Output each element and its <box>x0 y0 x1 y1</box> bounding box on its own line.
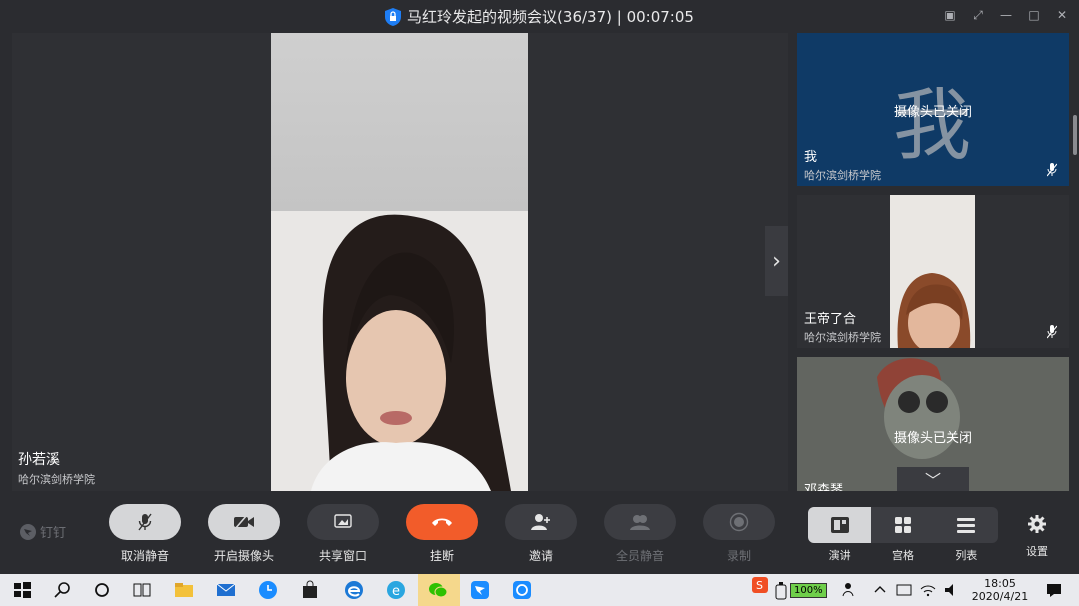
camera-off-icon <box>234 514 254 530</box>
participant-name: 邓森琴 <box>804 483 844 491</box>
task-view-icon[interactable] <box>132 580 152 600</box>
record-icon <box>729 512 749 532</box>
sogou-ime-icon[interactable]: S <box>752 577 768 593</box>
participant-name: 王帝了合 <box>804 312 857 327</box>
camera-on-button[interactable]: 开启摄像头 <box>208 504 280 564</box>
layout-list-button[interactable] <box>935 507 998 543</box>
chevron-down-icon: ﹀ <box>924 471 941 490</box>
fullscreen-icon[interactable]: ⤢ <box>971 8 985 22</box>
clock-app-icon[interactable] <box>258 580 278 600</box>
system-clock[interactable]: 18:05 2020/4/21 <box>970 577 1030 603</box>
wifi-icon[interactable] <box>918 580 938 600</box>
wechat-icon[interactable] <box>428 580 448 600</box>
os-taskbar: e S 100% 18:05 2020/4/21 <box>0 574 1079 606</box>
participant-name: 我 <box>804 150 818 165</box>
participant-figure <box>890 195 975 348</box>
search-icon[interactable] <box>52 580 72 600</box>
mute-all-icon <box>630 515 650 530</box>
close-icon[interactable]: ✕ <box>1055 8 1069 22</box>
participant-sidebar: 我 摄像头已关闭 我 哈尔滨剑桥学院 王帝了合 哈尔滨剑桥学院 摄像头已关闭 邓… <box>797 33 1069 491</box>
mic-muted-icon <box>1047 163 1057 177</box>
battery-percent: 100% <box>790 583 827 598</box>
next-page-button[interactable]: › <box>765 226 788 296</box>
participant-org: 哈尔滨剑桥学院 <box>804 331 881 344</box>
speaker-name: 孙若溪 <box>18 452 60 468</box>
volume-icon[interactable] <box>942 580 962 600</box>
notification-icon[interactable] <box>1044 580 1064 600</box>
layout-switcher <box>808 507 998 543</box>
window-title-area: 马红玲发起的视频会议(36/37) | 00:07:05 <box>0 0 1079 33</box>
dingtalk-logo-icon <box>20 523 36 540</box>
window-title: 马红玲发起的视频会议(36/37) | 00:07:05 <box>407 8 694 26</box>
meeting-toolbar: 钉钉 取消静音 开启摄像头 共享窗口 挂断 邀请 全员静音 录制 演讲 宫格 列… <box>0 491 1079 574</box>
unmute-button[interactable]: 取消静音 <box>109 504 181 564</box>
battery-plug-icon <box>775 582 787 600</box>
participant-tile[interactable]: 王帝了合 哈尔滨剑桥学院 <box>797 195 1069 348</box>
app-logo: 钉钉 <box>20 522 66 541</box>
store-icon[interactable] <box>300 580 320 600</box>
invite-button[interactable]: 邀请 <box>505 504 577 564</box>
grid-layout-icon <box>894 517 911 533</box>
participant-video <box>890 195 975 348</box>
mic-muted-icon <box>138 513 152 531</box>
edge-icon[interactable] <box>344 580 364 600</box>
dingtalk-icon[interactable] <box>470 580 490 600</box>
participant-tile[interactable]: 摄像头已关闭 邓森琴 ﹀ <box>797 357 1069 491</box>
layout-labels: 演讲 宫格 列表 <box>828 549 978 562</box>
mute-all-button[interactable]: 全员静音 <box>604 504 676 564</box>
people-icon[interactable] <box>840 580 860 600</box>
camera-off-label: 摄像头已关闭 <box>893 431 972 446</box>
settings-button[interactable]: 设置 <box>1024 515 1050 559</box>
speaker-layout-icon <box>830 517 849 533</box>
maximize-icon[interactable]: □ <box>1027 8 1041 22</box>
lock-shield-icon <box>385 7 402 26</box>
speaker-figure <box>311 214 511 491</box>
svg-text:S: S <box>756 579 763 592</box>
participant-tile-me[interactable]: 我 摄像头已关闭 我 哈尔滨剑桥学院 <box>797 33 1069 186</box>
mic-muted-icon <box>1047 325 1057 339</box>
pip-icon[interactable]: ▣ <box>943 8 957 22</box>
record-button[interactable]: 录制 <box>703 504 775 564</box>
phone-hangup-icon <box>432 518 452 526</box>
layout-grid-button[interactable] <box>871 507 934 543</box>
sidebar-scrollbar[interactable] <box>1073 115 1077 155</box>
title-bar: 马红玲发起的视频会议(36/37) | 00:07:05 ▣ ⤢ — □ ✕ <box>0 0 1079 33</box>
scroll-down-button[interactable]: ﹀ <box>897 467 969 491</box>
chevron-up-icon[interactable] <box>870 580 890 600</box>
camera-off-label: 摄像头已关闭 <box>893 105 972 120</box>
share-window-button[interactable]: 共享窗口 <box>307 504 379 564</box>
dingtalk-meeting-icon[interactable] <box>512 580 532 600</box>
add-user-icon <box>531 514 550 530</box>
participant-org: 哈尔滨剑桥学院 <box>804 169 881 182</box>
share-screen-icon <box>334 514 352 528</box>
list-layout-icon <box>957 518 976 533</box>
file-explorer-icon[interactable] <box>174 580 194 600</box>
speaker-org: 哈尔滨剑桥学院 <box>18 473 95 486</box>
main-stage: 孙若溪 哈尔滨剑桥学院 › <box>12 33 788 491</box>
layout-speaker-button[interactable] <box>808 507 872 543</box>
main-video <box>271 33 528 491</box>
display-icon[interactable] <box>894 580 914 600</box>
minimize-icon[interactable]: — <box>999 8 1013 22</box>
hangup-button[interactable]: 挂断 <box>406 504 478 564</box>
gear-icon <box>1028 515 1046 533</box>
mail-icon[interactable] <box>216 580 236 600</box>
ie-icon[interactable]: e <box>386 580 406 600</box>
windows-start-icon[interactable] <box>12 580 32 600</box>
cortana-icon[interactable] <box>92 580 112 600</box>
chevron-right-icon: › <box>772 248 781 274</box>
svg-text:e: e <box>392 584 400 599</box>
